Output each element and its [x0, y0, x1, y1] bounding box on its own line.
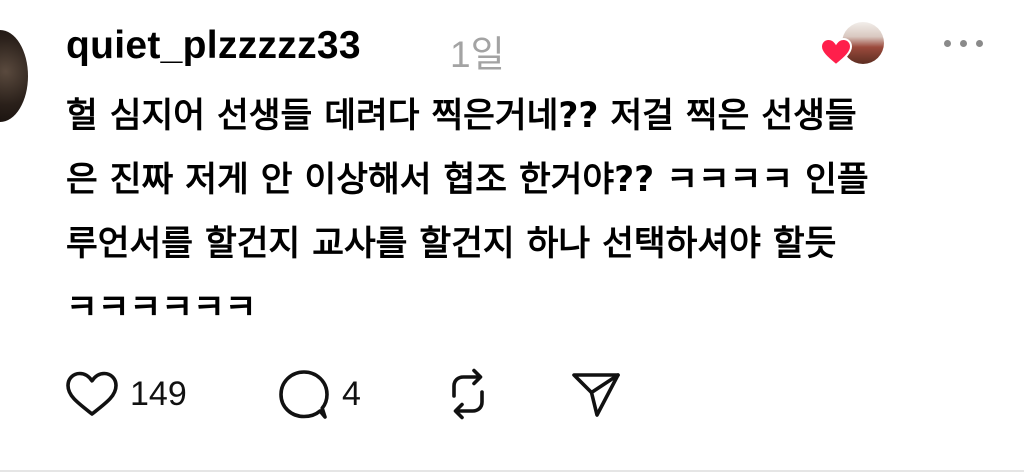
reaction-indicator [818, 18, 898, 74]
reply-button[interactable]: 4 [276, 364, 361, 424]
post-text: 헐 심지어 선생들 데려다 찍은거네?? 저걸 찍은 선생들 은 진짜 저게 안… [66, 84, 996, 340]
reply-count: 4 [342, 374, 361, 413]
more-options-button[interactable] [944, 40, 984, 52]
heart-outline-icon [66, 371, 118, 416]
post-text-line: 은 진짜 저게 안 이상해서 협조 한거야?? ㅋㅋㅋㅋ 인플 [66, 160, 869, 200]
username[interactable]: quiet_plzzzzz33 [66, 24, 361, 68]
repost-button[interactable] [440, 364, 496, 424]
post-text-line: 헐 심지어 선생들 데려다 찍은거네?? 저걸 찍은 선생들 [66, 96, 857, 136]
paper-plane-icon [572, 373, 620, 417]
more-dots-icon [944, 40, 951, 47]
like-count: 149 [130, 374, 187, 413]
speech-bubble-icon [279, 370, 329, 419]
more-dots-icon [960, 40, 967, 47]
action-bar: 149 4 [64, 364, 684, 424]
author-avatar[interactable] [0, 30, 28, 122]
post-time: 1일 [450, 34, 505, 75]
post-header: quiet_plzzzzz33 1일 [66, 18, 984, 75]
post-text-line: ㅋㅋㅋㅋㅋㅋ [66, 288, 257, 328]
more-dots-icon [976, 40, 983, 47]
red-heart-icon [820, 38, 852, 66]
share-button[interactable] [568, 364, 624, 424]
like-button[interactable]: 149 [64, 364, 187, 424]
post-text-line: 루언서를 할건지 교사를 할건지 하나 선택하셔야 할듯 [66, 224, 837, 264]
repost-icon [452, 368, 484, 420]
